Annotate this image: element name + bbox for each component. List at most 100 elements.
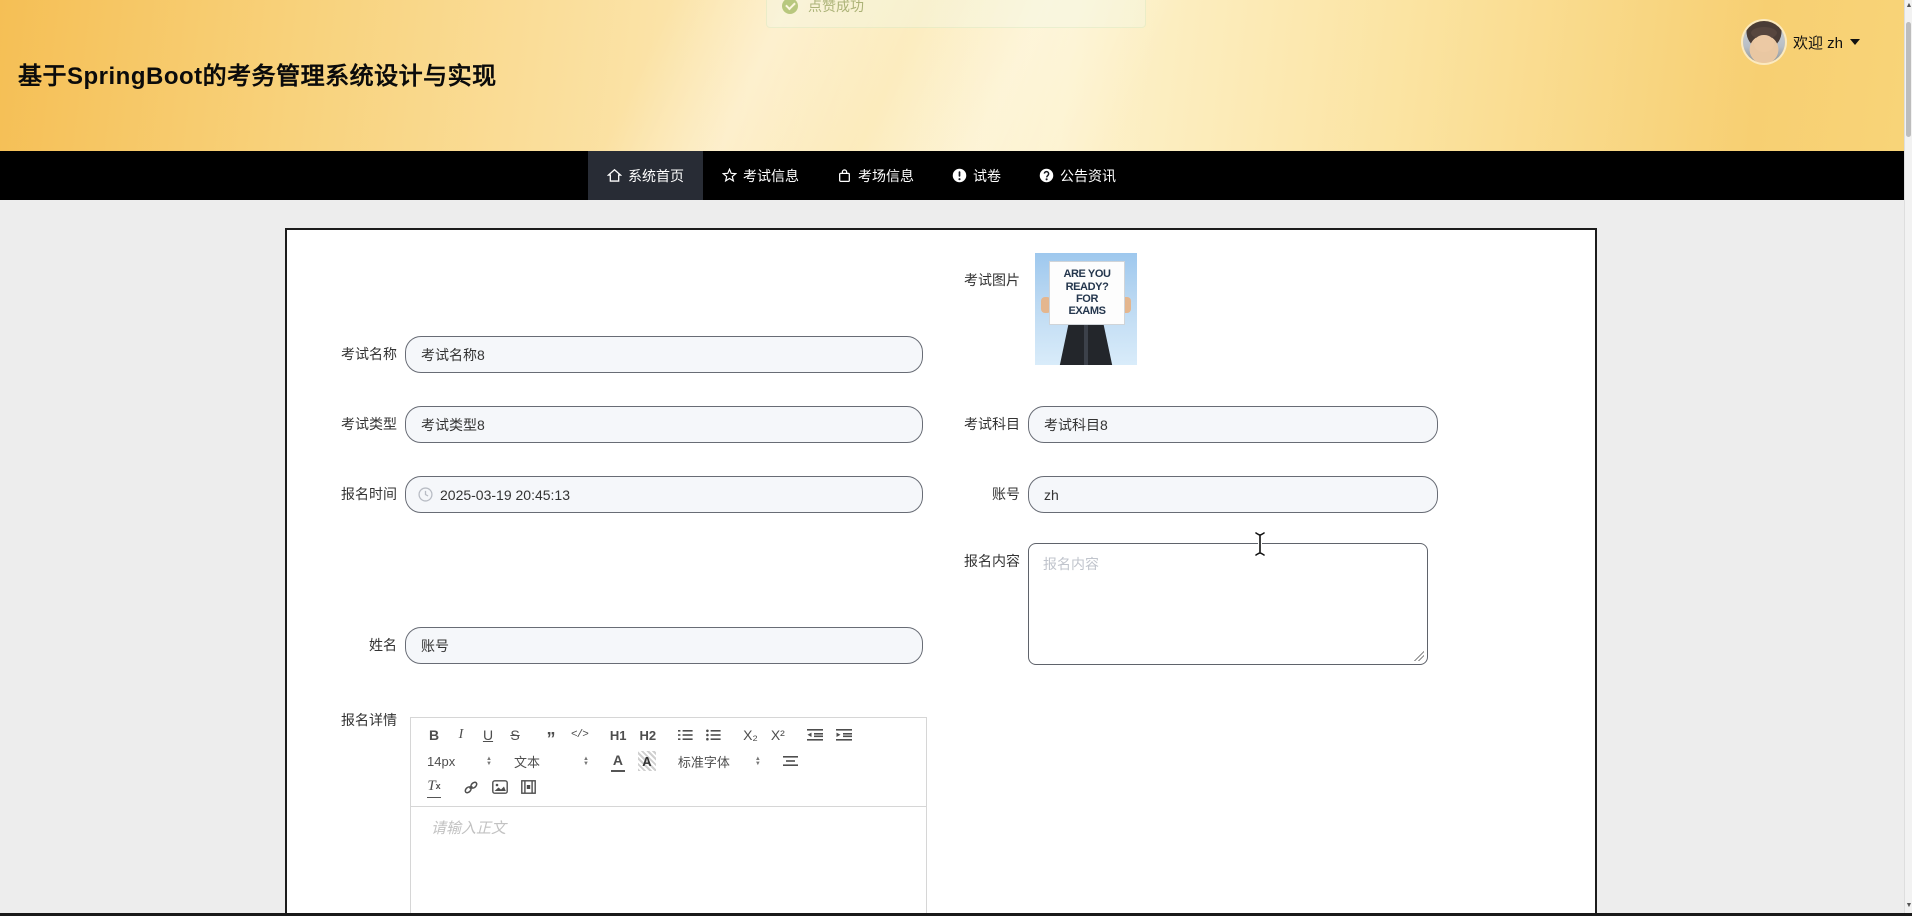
- font-family-select[interactable]: 标准字体: [678, 751, 742, 771]
- clear-format-t: T: [427, 778, 436, 794]
- ordered-list-icon[interactable]: [678, 725, 693, 745]
- exam-subject-value: 考试科目8: [1044, 416, 1108, 433]
- exam-image-tie: [1084, 325, 1088, 365]
- resize-grip[interactable]: [1414, 651, 1424, 661]
- account-label: 账号: [992, 486, 1020, 502]
- scrollbar[interactable]: ▲ ▼: [1904, 0, 1912, 916]
- tab-exam-info[interactable]: 考试信息: [703, 151, 818, 200]
- h1-button[interactable]: H1: [610, 725, 627, 745]
- user-menu[interactable]: 欢迎 zh: [1793, 26, 1861, 58]
- avatar-face: [1754, 35, 1774, 52]
- success-toast: 点赞成功: [766, 0, 1146, 28]
- exam-subject-label: 考试科目: [964, 416, 1020, 432]
- tab-label: 考试信息: [743, 167, 799, 184]
- signup-time-label: 报名时间: [341, 486, 397, 502]
- font-color-button[interactable]: A: [610, 750, 625, 772]
- bg-color-button[interactable]: A: [637, 751, 656, 771]
- video-icon[interactable]: [521, 777, 536, 797]
- account-value: zh: [1044, 486, 1059, 503]
- nav-tabs: 系统首页 考试信息 考场信息 试卷 公告资讯: [588, 151, 1135, 200]
- clear-format-x: x: [435, 781, 441, 791]
- scrollbar-thumb[interactable]: [1906, 22, 1911, 137]
- welcome-text: 欢迎 zh: [1793, 34, 1844, 52]
- check-circle-icon: [782, 0, 798, 14]
- strikethrough-button[interactable]: S: [508, 725, 522, 745]
- name-value: 账号: [421, 637, 449, 654]
- signup-time-value: 2025-03-19 20:45:13: [440, 486, 570, 503]
- tab-room-info[interactable]: 考场信息: [818, 151, 933, 200]
- toolbar-row-1: B I U S ” </> H1 H2 X₂ X²: [427, 722, 912, 748]
- superscript-button[interactable]: X²: [771, 725, 785, 745]
- font-size-select[interactable]: 14px: [427, 751, 473, 771]
- exam-type-label: 考试类型: [341, 416, 397, 432]
- exam-image-sign: ARE YOU READY? FOR EXAMS: [1049, 261, 1125, 325]
- blockquote-button[interactable]: ”: [544, 721, 558, 749]
- signup-content-label: 报名内容: [964, 553, 1020, 569]
- chevron-down-icon: [1850, 39, 1861, 45]
- bold-button[interactable]: B: [427, 725, 441, 745]
- scroll-up-arrow[interactable]: ▲: [1905, 2, 1912, 9]
- code-button[interactable]: </>: [571, 725, 589, 745]
- exam-type-value: 考试类型8: [421, 416, 485, 433]
- avatar[interactable]: [1743, 21, 1785, 63]
- exam-type-input[interactable]: 考试类型8: [405, 406, 923, 443]
- tab-label: 公告资讯: [1060, 167, 1116, 184]
- sign-line: ARE YOU: [1063, 268, 1111, 281]
- toolbar-row-3: Tx: [427, 774, 912, 800]
- updown-icon[interactable]: ▲ ▼: [486, 756, 492, 767]
- align-icon[interactable]: [782, 751, 798, 771]
- exam-subject-input[interactable]: 考试科目8: [1028, 406, 1438, 443]
- indent-icon[interactable]: [835, 725, 852, 745]
- editor-toolbar: B I U S ” </> H1 H2 X₂ X² 14px ▲ ▼ 文本 ▲ ▼: [411, 718, 926, 807]
- clear-format-button[interactable]: Tx: [427, 777, 441, 798]
- toolbar-row-2: 14px ▲ ▼ 文本 ▲ ▼ A A 标准字体 ▲ ▼: [427, 748, 912, 774]
- main-nav: 系统首页 考试信息 考场信息 试卷 公告资讯: [0, 151, 1904, 200]
- star-icon: [722, 168, 737, 183]
- paragraph-select[interactable]: 文本: [514, 751, 570, 771]
- tab-label: 考场信息: [858, 167, 914, 184]
- exam-name-input[interactable]: 考试名称8: [405, 336, 923, 373]
- exam-name-value: 考试名称8: [421, 346, 485, 363]
- updown-icon[interactable]: ▲ ▼: [755, 756, 761, 767]
- h2-button[interactable]: H2: [639, 725, 656, 745]
- tab-label: 系统首页: [628, 167, 684, 184]
- clock-icon: [418, 487, 433, 505]
- underline-button[interactable]: U: [481, 725, 495, 745]
- signup-time-input[interactable]: 2025-03-19 20:45:13: [405, 476, 923, 513]
- editor-placeholder: 请输入正文: [431, 820, 507, 837]
- signup-content-placeholder: 报名内容: [1043, 556, 1099, 572]
- scroll-down-arrow[interactable]: ▼: [1905, 902, 1912, 909]
- outdent-icon[interactable]: [806, 725, 823, 745]
- signup-content-textarea[interactable]: 报名内容: [1028, 543, 1428, 665]
- link-icon[interactable]: [463, 777, 479, 797]
- rich-text-editor: B I U S ” </> H1 H2 X₂ X² 14px ▲ ▼ 文本 ▲ ▼: [410, 717, 927, 916]
- exam-name-label: 考试名称: [341, 346, 397, 362]
- tab-papers[interactable]: 试卷: [933, 151, 1020, 200]
- warning-icon: [952, 168, 967, 183]
- image-icon[interactable]: [492, 777, 508, 797]
- updown-icon[interactable]: ▲ ▼: [583, 756, 589, 767]
- italic-button[interactable]: I: [454, 725, 468, 745]
- unordered-list-icon[interactable]: [706, 725, 721, 745]
- account-input[interactable]: zh: [1028, 476, 1438, 513]
- toast-message: 点赞成功: [808, 0, 864, 14]
- bag-icon: [837, 168, 852, 183]
- sign-line: READY?: [1065, 280, 1109, 293]
- name-input[interactable]: 账号: [405, 627, 923, 664]
- detail-label: 报名详情: [341, 712, 397, 728]
- tab-news[interactable]: 公告资讯: [1020, 151, 1135, 200]
- sign-line: FOR: [1075, 293, 1099, 305]
- question-icon: [1039, 168, 1054, 183]
- tab-home[interactable]: 系统首页: [588, 151, 703, 200]
- name-label: 姓名: [369, 637, 397, 653]
- tab-label: 试卷: [973, 167, 1001, 184]
- subscript-button[interactable]: X₂: [743, 725, 758, 745]
- exam-image-label: 考试图片: [964, 272, 1020, 288]
- page: 基于SpringBoot的考务管理系统设计与实现 欢迎 zh 点赞成功 系统首页…: [0, 0, 1912, 916]
- home-icon: [607, 168, 622, 183]
- page-title: 基于SpringBoot的考务管理系统设计与实现: [18, 63, 497, 90]
- editor-content[interactable]: 请输入正文: [411, 807, 926, 916]
- exam-image: ARE YOU READY? FOR EXAMS: [1035, 253, 1137, 365]
- sign-line: EXAMS: [1068, 305, 1106, 318]
- ibeam-cursor: [1252, 530, 1268, 563]
